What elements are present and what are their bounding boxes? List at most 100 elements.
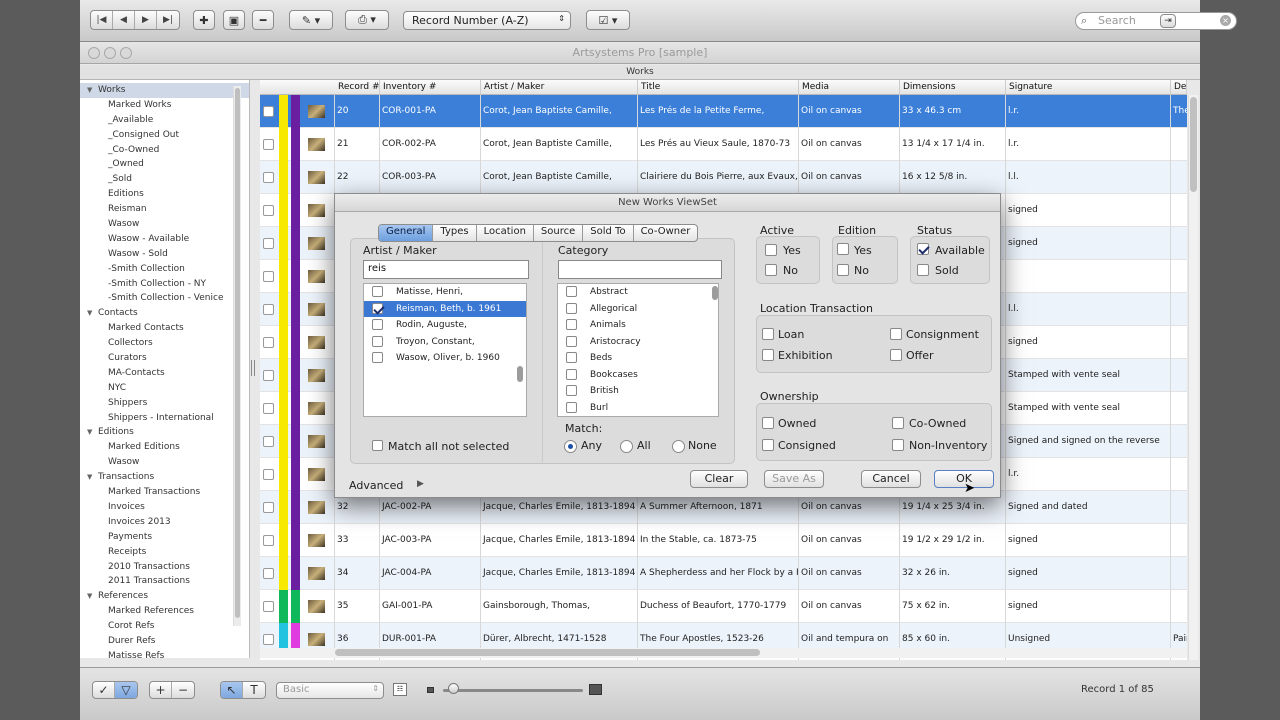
row-checkbox[interactable] <box>263 271 274 282</box>
disclosure-triangle-icon[interactable]: ▼ <box>87 589 92 604</box>
sidebar-item[interactable]: NYC <box>80 381 249 396</box>
row-checkbox[interactable] <box>263 535 274 546</box>
table-row[interactable]: 35 GAI-001-PA Gainsborough, Thomas, Duchess… <box>260 590 1187 623</box>
column-header[interactable]: Artist / Maker <box>481 80 638 95</box>
sidebar-item[interactable]: Payments <box>80 530 249 545</box>
export-icon[interactable]: ⇥ <box>1160 14 1176 28</box>
non-inventory-checkbox[interactable] <box>892 439 904 451</box>
sidebar-item[interactable]: Marked References <box>80 604 249 619</box>
category-list-item[interactable]: Beds <box>558 350 718 367</box>
add-record-button[interactable]: ✚ <box>193 10 215 30</box>
category-list-item[interactable]: Burl <box>558 400 718 417</box>
tab-location[interactable]: Location <box>477 225 534 241</box>
sidebar-item[interactable]: Shippers - International <box>80 411 249 426</box>
category-checkbox[interactable] <box>566 302 577 314</box>
sidebar-item[interactable]: _Available <box>80 113 249 128</box>
artist-list-item[interactable]: Matisse, Henri, <box>364 284 526 301</box>
table-row[interactable]: 22 COR-003-PA Corot, Jean Baptiste Camille… <box>260 161 1187 194</box>
artist-checkbox[interactable] <box>372 286 383 297</box>
table-row[interactable]: 34 JAC-004-PA Jacque, Charles Emile, 1813-… <box>260 557 1187 590</box>
save-as-button[interactable]: Save As <box>764 470 824 488</box>
disclosure-triangle-icon[interactable]: ▶ <box>417 479 424 489</box>
sidebar-item[interactable]: _Owned <box>80 157 249 172</box>
disclosure-triangle-icon[interactable]: ▼ <box>87 470 92 485</box>
mark-menu-button[interactable]: ☑ ▾ <box>586 10 630 30</box>
category-checkbox[interactable] <box>566 385 577 396</box>
artist-list-scroll-thumb[interactable] <box>517 366 523 382</box>
tab-co-owner[interactable]: Co-Owner <box>634 225 698 241</box>
clear-button[interactable]: Clear <box>690 470 748 488</box>
table-vertical-scroll-thumb[interactable] <box>1190 97 1197 192</box>
artist-list-item[interactable]: Rodin, Auguste, <box>364 317 526 334</box>
category-checkbox[interactable] <box>566 368 577 380</box>
row-checkbox[interactable] <box>263 205 274 216</box>
category-list-item[interactable]: Bookcases <box>558 367 718 384</box>
sidebar-item[interactable]: 2011 Transactions <box>80 574 249 589</box>
column-header[interactable]: Signature <box>1006 80 1171 95</box>
sidebar-item[interactable]: Corot Refs <box>80 619 249 634</box>
duplicate-record-button[interactable]: ▣ <box>223 10 245 30</box>
sidebar-item[interactable]: _Co-Owned <box>80 143 249 158</box>
match-none-radio[interactable] <box>672 440 685 453</box>
delete-record-button[interactable]: ━ <box>252 10 274 30</box>
column-header[interactable]: Title <box>638 80 799 95</box>
category-checkbox[interactable] <box>566 401 577 413</box>
sidebar-item[interactable]: 2010 Transactions <box>80 560 249 575</box>
splitter-handle[interactable] <box>251 360 255 376</box>
sidebar-item[interactable]: Shippers <box>80 396 249 411</box>
row-checkbox[interactable] <box>263 139 274 150</box>
sidebar-item[interactable]: Receipts <box>80 545 249 560</box>
close-window-icon[interactable] <box>88 47 100 59</box>
artist-list-item[interactable]: Reisman, Beth, b. 1961 <box>364 300 526 317</box>
row-checkbox[interactable] <box>263 601 274 612</box>
sidebar-item[interactable]: Invoices 2013 <box>80 515 249 530</box>
disclosure-triangle-icon[interactable]: ▼ <box>87 306 92 321</box>
sidebar-item[interactable]: Matisse Refs <box>80 649 249 658</box>
edit-menu-button[interactable]: ✎ ▾ <box>289 10 333 30</box>
sidebar-item[interactable]: -Smith Collection <box>80 262 249 277</box>
category-list-item[interactable]: Animals <box>558 317 718 334</box>
thumbnail-size-slider[interactable] <box>443 689 583 692</box>
disclosure-triangle-icon[interactable]: ▼ <box>87 425 92 440</box>
column-header[interactable]: De <box>1171 80 1187 95</box>
row-checkbox[interactable] <box>263 172 274 183</box>
table-horizontal-scroll-thumb[interactable] <box>335 649 760 656</box>
column-header[interactable]: Media <box>799 80 900 95</box>
artist-list-item[interactable]: Wasow, Oliver, b. 1960 <box>364 350 526 367</box>
row-checkbox[interactable] <box>263 238 274 249</box>
sidebar-item[interactable]: Reisman <box>80 202 249 217</box>
row-checkbox[interactable] <box>263 469 274 480</box>
match-all-radio[interactable] <box>620 440 633 453</box>
artist-search-input[interactable]: reis <box>363 260 529 279</box>
advanced-label[interactable]: Advanced <box>349 479 403 492</box>
consigned-checkbox[interactable] <box>762 439 774 451</box>
minimize-window-icon[interactable] <box>104 47 116 59</box>
layout-select[interactable]: Basic ⇕ <box>276 682 384 699</box>
add-icon[interactable]: + <box>150 682 172 698</box>
category-list-scroll-thumb[interactable] <box>712 286 718 300</box>
tab-sold-to[interactable]: Sold To <box>583 225 634 241</box>
tab-source[interactable]: Source <box>534 225 584 241</box>
table-row[interactable]: 20 COR-001-PA Corot, Jean Baptiste Camille… <box>260 95 1187 128</box>
zoom-window-icon[interactable] <box>120 47 132 59</box>
consignment-checkbox[interactable] <box>890 328 902 340</box>
sidebar-item[interactable]: Wasow - Available <box>80 232 249 247</box>
row-checkbox[interactable] <box>263 304 274 315</box>
remove-icon[interactable]: − <box>172 682 194 698</box>
sidebar-item[interactable]: Marked Editions <box>80 440 249 455</box>
sidebar-item[interactable]: _Sold <box>80 172 249 187</box>
sidebar-item[interactable]: Wasow <box>80 217 249 232</box>
edition-yes-checkbox[interactable] <box>837 243 849 255</box>
last-record-icon[interactable]: ▶| <box>157 11 179 29</box>
first-record-icon[interactable]: |◀ <box>91 11 113 29</box>
match-any-radio[interactable] <box>564 440 577 453</box>
record-navigation[interactable]: |◀ ◀ ▶ ▶| <box>90 10 180 30</box>
print-menu-button[interactable]: ⎙ ▾ <box>345 10 389 30</box>
row-checkbox[interactable] <box>263 436 274 447</box>
search-input[interactable]: ⌕ Search × <box>1075 12 1237 30</box>
artist-checkbox[interactable] <box>372 319 383 330</box>
next-record-icon[interactable]: ▶ <box>135 11 157 29</box>
column-header[interactable]: Dimensions <box>900 80 1006 95</box>
sidebar-item[interactable]: Marked Transactions <box>80 485 249 500</box>
previous-record-icon[interactable]: ◀ <box>113 11 135 29</box>
